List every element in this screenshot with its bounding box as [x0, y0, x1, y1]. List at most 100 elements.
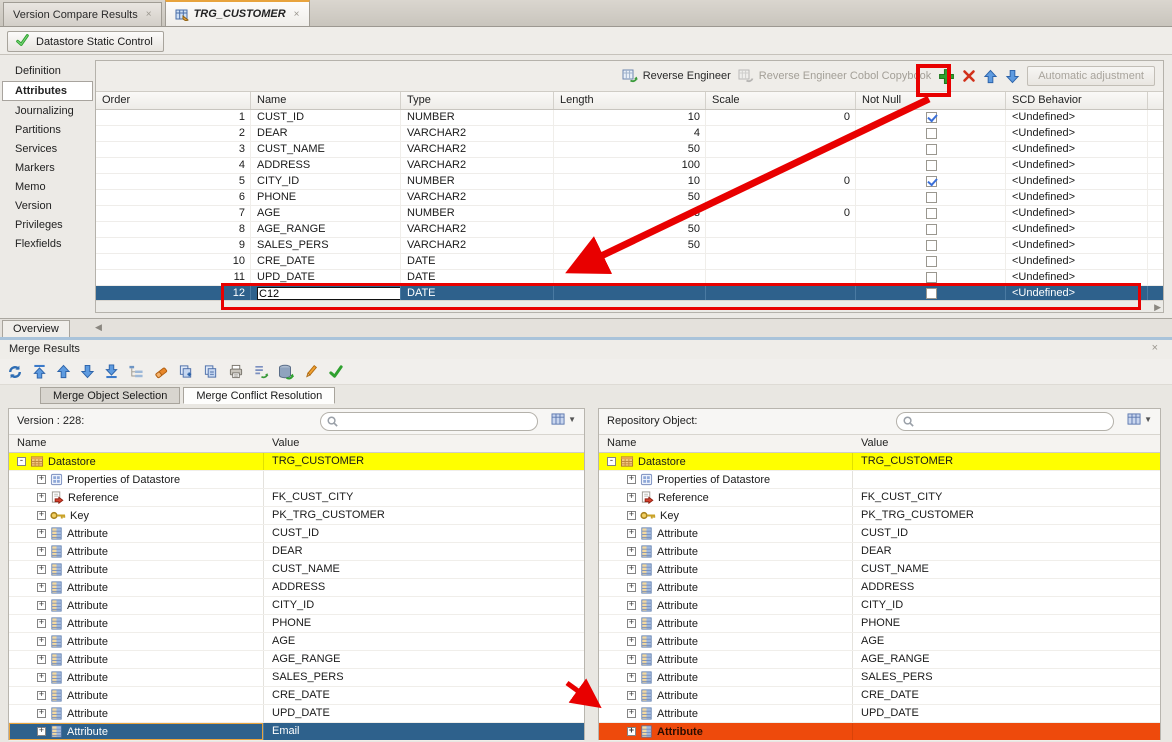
tree-value-cell[interactable]	[853, 471, 861, 488]
attribute-row[interactable]: 4 ADDRESS VARCHAR2 100 <Undefined>	[96, 158, 1163, 174]
expand-icon[interactable]: +	[627, 493, 636, 502]
expand-icon[interactable]: +	[627, 547, 636, 556]
type-cell[interactable]: VARCHAR2	[401, 158, 554, 173]
attribute-row[interactable]: 9 SALES_PERS VARCHAR2 50 <Undefined>	[96, 238, 1163, 254]
tree-value-cell[interactable]: DEAR	[264, 543, 303, 560]
tab-overview[interactable]: Overview	[2, 320, 70, 337]
not-null-checkbox[interactable]	[925, 144, 937, 155]
type-cell[interactable]: VARCHAR2	[401, 238, 554, 253]
tree-row-attribute[interactable]: + Attribute CUST_ID	[599, 525, 1160, 543]
table-columns-menu-button[interactable]: ▼	[551, 413, 576, 426]
column-header-scale[interactable]: Scale	[706, 92, 856, 109]
tab-merge-object-selection[interactable]: Merge Object Selection	[40, 387, 181, 404]
order-cell[interactable]: 1	[96, 110, 251, 125]
tree-value-cell[interactable]: AGE_RANGE	[853, 651, 929, 668]
tree-value-cell[interactable]: FK_CUST_CITY	[264, 489, 353, 506]
tree-name-cell[interactable]: + Attribute	[9, 543, 264, 560]
tree-row-attribute[interactable]: + Attribute CUST_NAME	[599, 561, 1160, 579]
tree-value-cell[interactable]: UPD_DATE	[264, 705, 330, 722]
expand-icon[interactable]: +	[627, 727, 636, 736]
tree-row-attribute[interactable]: + Attribute Email	[9, 723, 584, 741]
column-header-scd-behavior[interactable]: SCD Behavior	[1006, 92, 1148, 109]
tree-name-cell[interactable]: + Attribute	[599, 705, 853, 722]
go-next-icon[interactable]	[80, 364, 95, 379]
tree-name-cell[interactable]: + Attribute	[9, 633, 264, 650]
column-header-not-null[interactable]: Not Null	[856, 92, 1006, 109]
expand-icon[interactable]: +	[37, 529, 46, 538]
name-cell[interactable]: CUST_NAME	[251, 142, 401, 157]
tree-value-cell[interactable]: CUST_ID	[853, 525, 908, 542]
not-null-checkbox[interactable]	[925, 240, 937, 251]
tree-name-cell[interactable]: + Key	[599, 507, 853, 524]
name-cell[interactable]: PHONE	[251, 190, 401, 205]
tree-name-cell[interactable]: + Attribute	[9, 705, 264, 722]
tree-name-cell[interactable]: - Datastore	[599, 453, 853, 470]
attribute-row[interactable]: 3 CUST_NAME VARCHAR2 50 <Undefined>	[96, 142, 1163, 158]
expand-icon[interactable]: +	[627, 583, 636, 592]
move-up-button[interactable]	[983, 69, 998, 84]
name-cell[interactable]: CITY_ID	[251, 174, 401, 189]
tree-row-attribute[interactable]: + Attribute AGE_RANGE	[9, 651, 584, 669]
tree-value-cell[interactable]: TRG_CUSTOMER	[264, 453, 364, 470]
tab-trg-customer[interactable]: TRG_CUSTOMER ×	[164, 0, 310, 26]
tree-name-cell[interactable]: + Attribute	[599, 579, 853, 596]
expand-icon[interactable]: +	[37, 565, 46, 574]
scd-behavior-cell[interactable]: <Undefined>	[1006, 286, 1148, 301]
type-cell[interactable]: NUMBER	[401, 110, 554, 125]
order-cell[interactable]: 5	[96, 174, 251, 189]
expand-icon[interactable]: +	[37, 637, 46, 646]
tree-name-cell[interactable]: + Attribute	[599, 687, 853, 704]
tree-row-datastore[interactable]: - Datastore TRG_CUSTOMER	[599, 453, 1160, 471]
column-value[interactable]: Value	[853, 435, 888, 452]
scale-cell[interactable]	[706, 158, 856, 173]
table-columns-menu-button[interactable]: ▼	[1127, 413, 1152, 426]
copy-icon[interactable]	[203, 364, 219, 379]
panel-close-icon[interactable]: ×	[1152, 342, 1158, 354]
datastore-static-control-button[interactable]: Datastore Static Control	[7, 31, 164, 52]
tree-value-cell[interactable]: ADDRESS	[853, 579, 914, 596]
go-first-icon[interactable]	[32, 364, 47, 379]
name-cell[interactable]: AGE	[251, 206, 401, 221]
tree-row-reference[interactable]: + Reference FK_CUST_CITY	[9, 489, 584, 507]
scd-behavior-cell[interactable]: <Undefined>	[1006, 254, 1148, 269]
sidebar-item-version[interactable]: Version	[2, 197, 93, 215]
not-null-checkbox[interactable]	[925, 288, 937, 299]
expand-icon[interactable]: +	[37, 493, 46, 502]
expand-icon[interactable]: +	[627, 529, 636, 538]
tree-value-cell[interactable]: CUST_NAME	[853, 561, 929, 578]
tree-name-cell[interactable]: + Attribute	[599, 615, 853, 632]
column-header-order[interactable]: Order	[96, 92, 251, 109]
scale-cell[interactable]: 0	[706, 110, 856, 125]
tree-row-attribute[interactable]: + Attribute AGE	[9, 633, 584, 651]
copy-add-icon[interactable]	[178, 364, 194, 379]
scale-cell[interactable]	[706, 222, 856, 237]
reverse-engineer-cobol-button[interactable]: Reverse Engineer Cobol Copybook	[738, 67, 931, 86]
scale-cell[interactable]	[706, 286, 856, 301]
tree-name-cell[interactable]: + Attribute	[599, 597, 853, 614]
length-cell[interactable]: 10	[554, 174, 706, 189]
column-header-name[interactable]: Name	[251, 92, 401, 109]
tree-row-attribute[interactable]: + Attribute SALES_PERS	[599, 669, 1160, 687]
expand-icon[interactable]: +	[37, 655, 46, 664]
tree-value-cell[interactable]: AGE	[853, 633, 884, 650]
not-null-checkbox[interactable]	[925, 160, 937, 171]
length-cell[interactable]	[554, 270, 706, 285]
tree-value-cell[interactable]: SALES_PERS	[853, 669, 933, 686]
tree-row-attribute[interactable]: + Attribute PHONE	[599, 615, 1160, 633]
not-null-cell[interactable]	[856, 206, 1006, 221]
type-cell[interactable]: VARCHAR2	[401, 190, 554, 205]
length-cell[interactable]: 50	[554, 238, 706, 253]
name-cell[interactable]: AGE_RANGE	[251, 222, 401, 237]
tree-row-attribute[interactable]: + Attribute CUST_ID	[9, 525, 584, 543]
scd-behavior-cell[interactable]: <Undefined>	[1006, 110, 1148, 125]
tree-value-cell[interactable]: UPD_DATE	[853, 705, 919, 722]
expand-icon[interactable]: +	[627, 601, 636, 610]
scale-cell[interactable]	[706, 190, 856, 205]
not-null-cell[interactable]	[856, 286, 1006, 301]
not-null-cell[interactable]	[856, 222, 1006, 237]
tree-row-attribute[interactable]: + Attribute ADDRESS	[599, 579, 1160, 597]
order-cell[interactable]: 10	[96, 254, 251, 269]
tree-value-cell[interactable]: CRE_DATE	[853, 687, 919, 704]
tree-row-attribute[interactable]: + Attribute CUST_NAME	[9, 561, 584, 579]
scale-cell[interactable]	[706, 126, 856, 141]
